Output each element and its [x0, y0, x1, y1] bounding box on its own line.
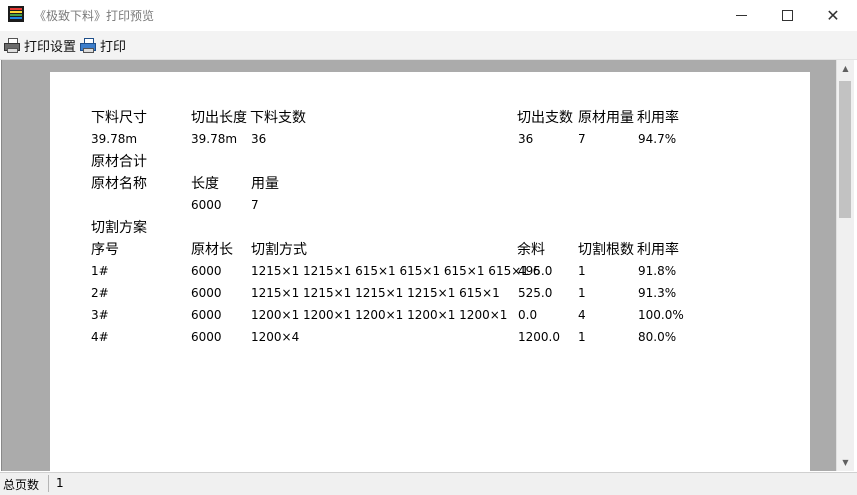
plan-row-length: 6000	[191, 264, 222, 278]
plan-row-length: 6000	[191, 286, 222, 300]
plan-row-length: 6000	[191, 308, 222, 322]
toolbar: 打印设置 打印	[0, 31, 857, 60]
plan-row-no: 2#	[91, 286, 109, 300]
value-count: 36	[251, 132, 267, 146]
plan-row-count: 1	[578, 286, 586, 300]
header-cut-count: 切出支数	[517, 110, 573, 126]
value-usage-rate: 94.7%	[638, 132, 677, 146]
plan-row-count: 4	[578, 308, 586, 322]
plan-row-rate: 100.0%	[638, 308, 684, 322]
header-usage-rate: 利用率	[637, 110, 679, 126]
value-cut-length: 39.78m	[191, 132, 238, 146]
plan-row-remain: 525.0	[518, 286, 553, 300]
plan-row-remain: 0.0	[518, 308, 538, 322]
print-setup-button[interactable]: 打印设置	[4, 34, 76, 56]
value-material-qty: 7	[578, 132, 586, 146]
preview-area[interactable]: 下料尺寸 切出长度 下料支数 切出支数 原材用量 利用率 39.78m 39.7…	[1, 60, 837, 471]
plan-header-method: 切割方式	[251, 242, 307, 258]
app-icon	[8, 6, 24, 22]
plan-header-no: 序号	[91, 242, 119, 258]
plan-row-remain: 495.0	[518, 264, 553, 278]
plan-header-length: 原材长	[191, 242, 233, 258]
plan-title: 切割方案	[91, 220, 147, 236]
material-total-title: 原材合计	[91, 154, 147, 170]
total-pages-value: 1	[56, 476, 64, 490]
plan-row-method: 1200×1 1200×1 1200×1 1200×1 1200×1	[251, 308, 508, 322]
value-cut-count: 36	[518, 132, 534, 146]
header-material-qty: 原材用量	[578, 110, 634, 126]
minimize-icon	[735, 15, 747, 16]
plan-row-method: 1215×1 1215×1 615×1 615×1 615×1 615×1 6	[251, 264, 541, 278]
header-cut-length: 切出长度	[191, 110, 247, 126]
preview-page: 下料尺寸 切出长度 下料支数 切出支数 原材用量 利用率 39.78m 39.7…	[50, 72, 810, 471]
plan-row-no: 1#	[91, 264, 109, 278]
scroll-down-arrow[interactable]: ▼	[837, 454, 854, 471]
window-title: 《极致下料》打印预览	[34, 9, 155, 23]
scroll-up-arrow[interactable]: ▲	[837, 60, 854, 77]
plan-row-remain: 1200.0	[518, 330, 560, 344]
minimize-button[interactable]	[718, 0, 764, 31]
print-button[interactable]: 打印	[80, 34, 126, 56]
close-icon: ✕	[826, 5, 840, 25]
plan-row-count: 1	[578, 330, 586, 344]
plan-row-method: 1215×1 1215×1 1215×1 1215×1 615×1	[251, 286, 500, 300]
print-label: 打印	[100, 39, 127, 55]
material-row-length: 6000	[191, 198, 222, 212]
print-setup-label: 打印设置	[24, 39, 77, 55]
value-length: 39.78m	[91, 132, 138, 146]
printer-setup-icon	[4, 38, 20, 53]
maximize-icon	[781, 10, 793, 21]
material-header-name: 原材名称	[91, 176, 147, 192]
plan-header-rate: 利用率	[637, 242, 679, 258]
plan-row-count: 1	[578, 264, 586, 278]
vertical-scrollbar[interactable]: ▲ ▼	[836, 60, 854, 471]
header-length: 下料尺寸	[91, 110, 147, 126]
plan-header-count: 切割根数	[578, 242, 634, 258]
plan-header-remain: 余料	[517, 242, 545, 258]
status-divider	[48, 475, 49, 492]
header-count: 下料支数	[250, 110, 306, 126]
scroll-thumb[interactable]	[839, 81, 851, 218]
title-bar: 《极致下料》打印预览 ✕	[0, 0, 857, 31]
plan-row-rate: 80.0%	[638, 330, 677, 344]
plan-row-no: 3#	[91, 308, 109, 322]
plan-row-length: 6000	[191, 330, 222, 344]
printer-icon	[80, 38, 96, 53]
status-bar: 总页数 1	[0, 472, 857, 495]
plan-row-no: 4#	[91, 330, 109, 344]
plan-row-method: 1200×4	[251, 330, 300, 344]
maximize-button[interactable]	[764, 0, 810, 31]
plan-row-rate: 91.3%	[638, 286, 677, 300]
material-row-qty: 7	[251, 198, 259, 212]
plan-row-rate: 91.8%	[638, 264, 677, 278]
total-pages-label: 总页数	[3, 478, 40, 492]
material-header-length: 长度	[191, 176, 219, 192]
close-button[interactable]: ✕	[810, 0, 856, 31]
material-header-qty: 用量	[251, 176, 279, 192]
